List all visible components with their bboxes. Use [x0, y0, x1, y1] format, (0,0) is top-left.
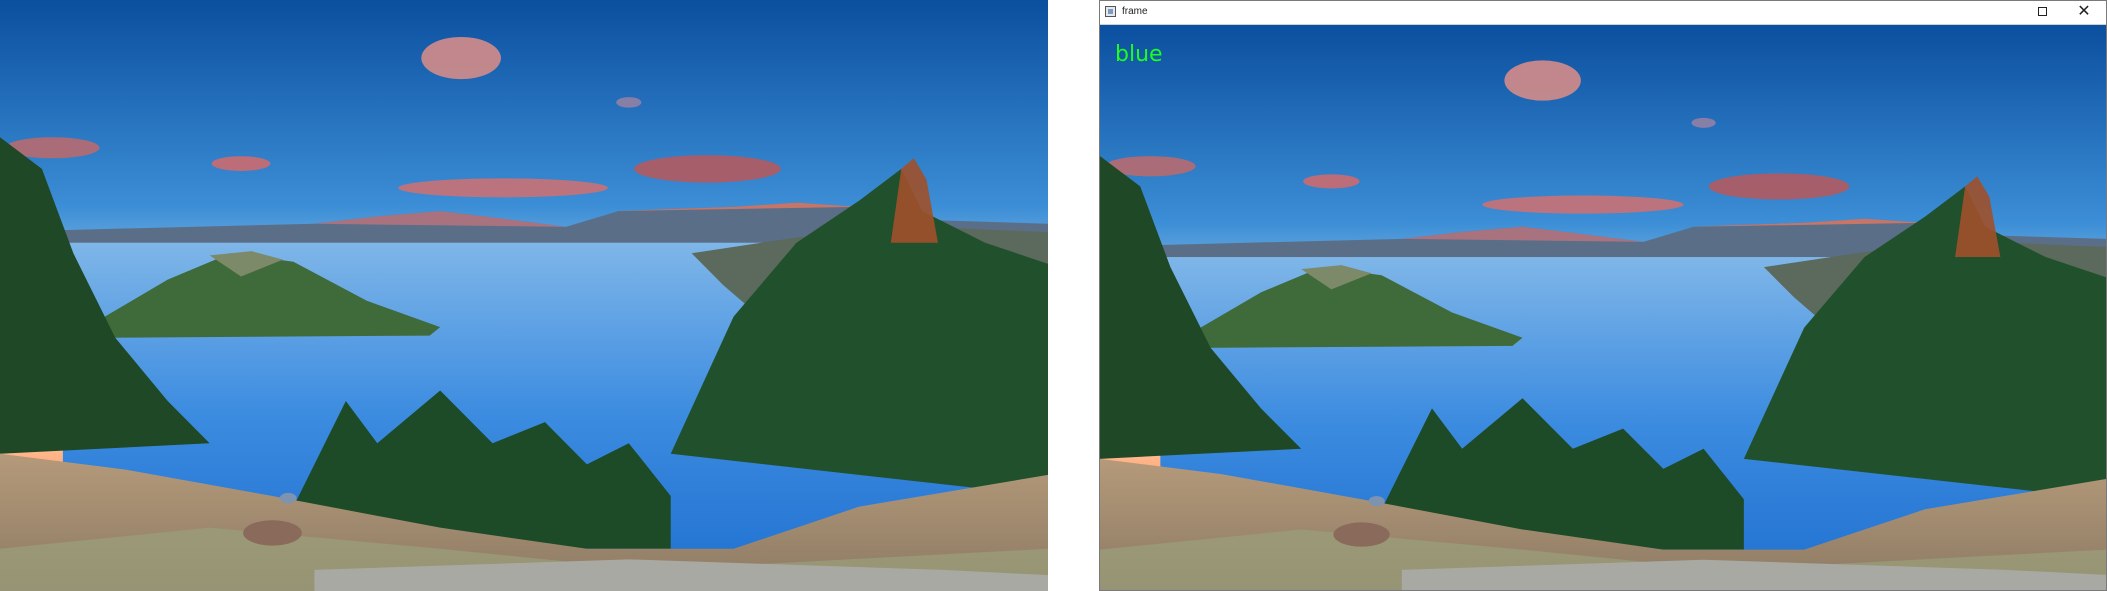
- landscape-photo: [0, 0, 1048, 591]
- maximize-button[interactable]: [2030, 1, 2058, 23]
- window-titlebar[interactable]: frame ✕: [1100, 1, 2106, 25]
- window-title: frame: [1122, 6, 1148, 17]
- frame-window[interactable]: frame ✕ blue: [1099, 0, 2107, 591]
- color-label-overlay: blue: [1115, 42, 1163, 67]
- processed-landscape-photo: [1100, 25, 2106, 590]
- window-app-icon: [1105, 6, 1116, 17]
- original-image: [0, 0, 1048, 591]
- frame-image-area: blue: [1100, 25, 2106, 590]
- close-button[interactable]: ✕: [2066, 1, 2102, 23]
